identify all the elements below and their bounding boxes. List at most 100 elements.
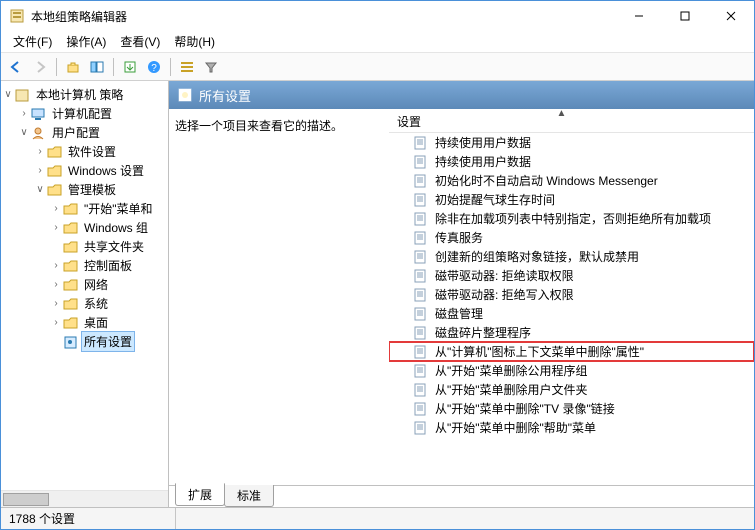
menu-action[interactable]: 操作(A) [60, 31, 112, 52]
twisty-icon[interactable]: › [33, 146, 47, 157]
export-list-button[interactable] [119, 56, 141, 78]
settings-row[interactable]: 从"开始"菜单删除公用程序组 [389, 361, 754, 380]
settings-list[interactable]: 持续使用用户数据持续使用用户数据初始化时不自动启动 Windows Messen… [389, 133, 754, 485]
settings-row[interactable]: 持续使用用户数据 [389, 133, 754, 152]
twisty-icon[interactable]: › [49, 317, 63, 328]
settings-row[interactable]: 磁带驱动器: 拒绝写入权限 [389, 285, 754, 304]
gpedit-window: 本地组策略编辑器 文件(F) 操作(A) 查看(V) 帮助(H) ? [0, 0, 755, 530]
toolbar-separator [170, 58, 171, 76]
twisty-icon[interactable]: › [49, 279, 63, 290]
tree-windows-components[interactable]: › Windows 组 [49, 218, 168, 237]
menubar: 文件(F) 操作(A) 查看(V) 帮助(H) [1, 31, 754, 53]
tree-admin-templates[interactable]: ∨管理模板 [33, 180, 168, 199]
tree-network[interactable]: ›网络 [49, 275, 168, 294]
settings-row[interactable]: 初始化时不自动启动 Windows Messenger [389, 171, 754, 190]
tree-all-settings[interactable]: 所有设置 [49, 332, 168, 351]
settings-row[interactable]: 磁盘管理 [389, 304, 754, 323]
settings-row-label: 从"开始"菜单删除用户文件夹 [435, 381, 588, 398]
tab-standard[interactable]: 标准 [224, 485, 274, 507]
folder-icon [63, 259, 79, 273]
column-settings[interactable]: 设置 ▲ [389, 110, 734, 133]
filter-button[interactable] [200, 56, 222, 78]
menu-view[interactable]: 查看(V) [114, 31, 166, 52]
twisty-icon[interactable]: › [49, 222, 63, 233]
show-hide-tree-button[interactable] [86, 56, 108, 78]
settings-row[interactable]: 持续使用用户数据 [389, 152, 754, 171]
settings-row-label: 从"开始"菜单中删除"帮助"菜单 [435, 419, 596, 436]
settings-row[interactable]: 从"开始"菜单中删除"TV 录像"链接 [389, 399, 754, 418]
description-text: 选择一个项目来查看它的描述。 [175, 119, 343, 133]
maximize-button[interactable] [662, 1, 708, 31]
twisty-icon[interactable]: › [49, 203, 63, 214]
menu-file[interactable]: 文件(F) [7, 31, 58, 52]
settings-row[interactable]: 磁带驱动器: 拒绝读取权限 [389, 266, 754, 285]
tree-computer-config[interactable]: › 计算机配置 [17, 104, 168, 123]
tree-start-menu[interactable]: ›"开始"菜单和 [49, 199, 168, 218]
tree-horizontal-scrollbar[interactable] [1, 490, 168, 507]
minimize-button[interactable] [616, 1, 662, 31]
settings-row-label: 创建新的组策略对象链接，默认成禁用 [435, 248, 639, 265]
up-level-button[interactable] [62, 56, 84, 78]
policy-item-icon [413, 155, 429, 169]
tree-system[interactable]: ›系统 [49, 294, 168, 313]
settings-row[interactable]: 从"开始"菜单中删除"帮助"菜单 [389, 418, 754, 437]
policy-item-icon [413, 212, 429, 226]
policy-item-icon [413, 383, 429, 397]
twisty-icon[interactable]: › [33, 165, 47, 176]
tree-label: 用户配置 [50, 123, 102, 142]
detail-header-title: 所有设置 [199, 86, 251, 105]
policy-item-icon [413, 421, 429, 435]
settings-row[interactable]: 初始提醒气球生存时间 [389, 190, 754, 209]
policy-item-icon [413, 288, 429, 302]
settings-row[interactable]: 从"开始"菜单删除用户文件夹 [389, 380, 754, 399]
tree-shared-folders[interactable]: 共享文件夹 [49, 237, 168, 256]
twisty-icon[interactable]: › [49, 298, 63, 309]
scroll-thumb[interactable] [3, 493, 49, 506]
settings-row-label: 从"开始"菜单中删除"TV 录像"链接 [435, 400, 615, 417]
tree-label: 所有设置 [82, 332, 134, 351]
twisty-icon[interactable]: ∨ [17, 127, 31, 138]
nav-back-button[interactable] [5, 56, 27, 78]
settings-row[interactable]: 创建新的组策略对象链接，默认成禁用 [389, 247, 754, 266]
tree-user-config[interactable]: ∨ 用户配置 [17, 123, 168, 142]
twisty-icon[interactable]: › [17, 108, 31, 119]
tree-windows-settings[interactable]: ›Windows 设置 [33, 161, 168, 180]
twisty-icon[interactable]: ∨ [33, 184, 47, 195]
tree-software-settings[interactable]: › 软件设置 [33, 142, 168, 161]
folder-icon [47, 164, 63, 178]
list-header: 设置 ▲ [389, 111, 754, 133]
tree-desktop[interactable]: ›桌面 [49, 313, 168, 332]
toolbar-separator [113, 58, 114, 76]
folder-icon [63, 202, 79, 216]
status-count: 1788 个设置 [9, 508, 176, 529]
titlebar[interactable]: 本地组策略编辑器 [1, 1, 754, 31]
settings-row[interactable]: 磁盘碎片整理程序 [389, 323, 754, 342]
tree-label: Windows 组 [82, 218, 150, 237]
settings-row-label: 持续使用用户数据 [435, 153, 531, 170]
close-button[interactable] [708, 1, 754, 31]
twisty-icon[interactable]: › [49, 260, 63, 271]
help-button[interactable]: ? [143, 56, 165, 78]
tree-control-panel[interactable]: › 控制面板 [49, 256, 168, 275]
tree-label: 软件设置 [66, 142, 118, 161]
twisty-icon[interactable]: ∨ [1, 89, 15, 100]
policy-item-icon [413, 345, 429, 359]
toolbar-separator [56, 58, 57, 76]
menu-help[interactable]: 帮助(H) [168, 31, 221, 52]
tree-scroll[interactable]: ∨ 本地计算机 策略 › 计算机配置 [1, 81, 168, 490]
nav-forward-button[interactable] [29, 56, 51, 78]
settings-row[interactable]: 除非在加载项列表中特别指定，否则拒绝所有加载项 [389, 209, 754, 228]
folder-icon [47, 183, 63, 197]
settings-list-column: 设置 ▲ 持续使用用户数据持续使用用户数据初始化时不自动启动 Windows M… [389, 109, 754, 485]
settings-row-label: 磁带驱动器: 拒绝读取权限 [435, 267, 574, 284]
tree-label: 控制面板 [82, 256, 134, 275]
body: ∨ 本地计算机 策略 › 计算机配置 [1, 81, 754, 507]
detail-pane: 所有设置 选择一个项目来查看它的描述。 设置 ▲ 持续使用用户数据持续使用用户数… [169, 81, 754, 507]
settings-row-label: 从"开始"菜单删除公用程序组 [435, 362, 588, 379]
settings-row[interactable]: 传真服务 [389, 228, 754, 247]
settings-row[interactable]: 从"计算机"图标上下文菜单中删除"属性" [389, 342, 754, 361]
tab-extended[interactable]: 扩展 [175, 483, 225, 506]
details-view-button[interactable] [176, 56, 198, 78]
tree-root[interactable]: ∨ 本地计算机 策略 [1, 85, 168, 104]
settings-row-label: 磁盘管理 [435, 305, 483, 322]
